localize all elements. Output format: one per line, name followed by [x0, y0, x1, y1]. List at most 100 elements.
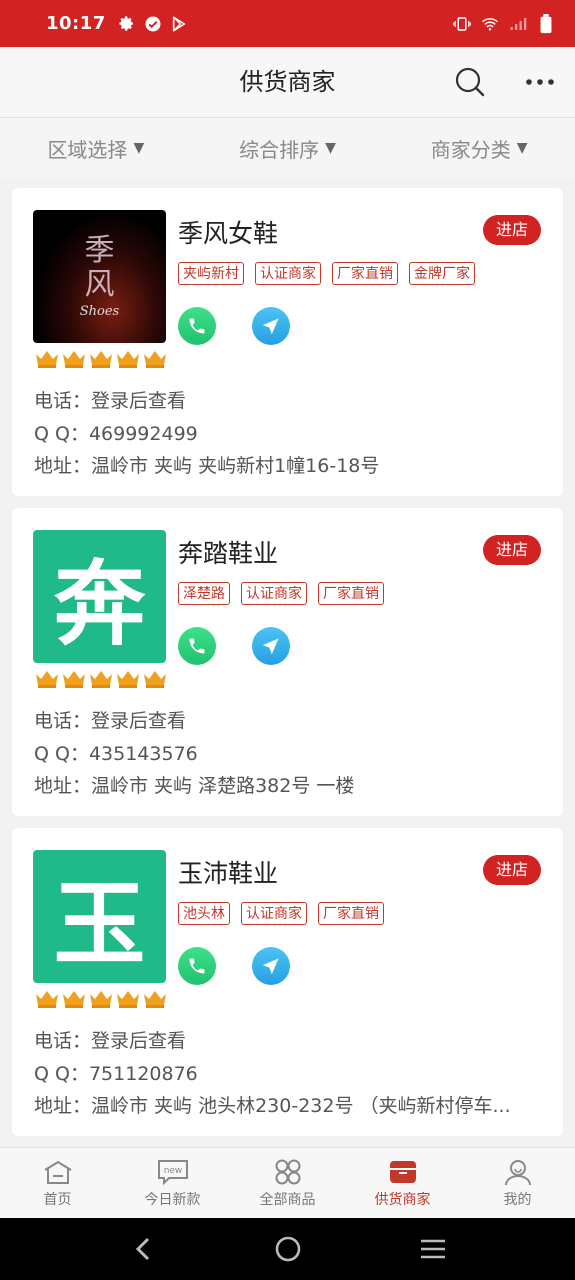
nav-all-products[interactable]: 全部商品	[230, 1148, 345, 1219]
enter-store-button[interactable]: 进店	[483, 215, 541, 245]
merchant-address: 地址：温岭市 夹屿 泽楚路382号 一楼	[34, 775, 355, 797]
vibrate-icon	[453, 15, 471, 33]
merchant-tags: 池头林 认证商家 厂家直销	[178, 902, 384, 925]
home-icon	[43, 1160, 72, 1184]
app-header: 供货商家	[0, 47, 575, 118]
store-icon	[389, 1161, 416, 1183]
crown-icon	[61, 348, 87, 368]
navigate-button[interactable]	[252, 947, 290, 985]
status-time: 10:17	[46, 13, 106, 34]
merchant-phone: 电话：登录后查看	[34, 1030, 187, 1052]
merchant-logo[interactable]: 奔	[33, 530, 166, 663]
merchant-name[interactable]: 季风女鞋	[178, 214, 278, 250]
menu-icon	[420, 1239, 445, 1259]
merchant-tags: 泽楚路 认证商家 厂家直销	[178, 582, 384, 605]
system-back-button[interactable]	[123, 1229, 163, 1269]
merchant-address: 地址：温岭市 夹屿 池头林230-232号 （夹屿新村停车...	[34, 1095, 511, 1117]
logo-char: 奔	[53, 551, 146, 658]
phone-icon	[189, 638, 205, 654]
navigate-button[interactable]	[252, 307, 290, 345]
nav-suppliers[interactable]: 供货商家	[345, 1148, 460, 1219]
wifi-icon	[481, 15, 499, 33]
signal-icon	[509, 15, 527, 33]
rating-crowns	[34, 668, 168, 688]
call-button[interactable]	[178, 307, 216, 345]
send-icon	[262, 958, 279, 975]
filter-bar: 区域选择 ▼ 综合排序 ▼ 商家分类 ▼	[0, 118, 575, 178]
filter-sort[interactable]: 综合排序 ▼	[192, 134, 384, 163]
more-button[interactable]	[520, 62, 560, 102]
filter-category[interactable]: 商家分类 ▼	[383, 134, 575, 163]
crown-icon	[34, 988, 60, 1008]
merchant-phone: 电话：登录后查看	[34, 390, 187, 412]
system-nav	[0, 1218, 575, 1280]
filter-category-label: 商家分类	[430, 137, 511, 162]
crown-icon	[88, 988, 114, 1008]
nav-label: 我的	[503, 1192, 532, 1208]
caret-down-icon: ▼	[325, 140, 336, 156]
crown-icon	[142, 348, 168, 368]
enter-store-button[interactable]: 进店	[483, 855, 541, 885]
caret-down-icon: ▼	[516, 140, 528, 156]
crown-icon	[88, 348, 114, 368]
merchant-tag: 认证商家	[255, 262, 321, 285]
send-icon	[262, 638, 279, 655]
merchant-tag: 厂家直销	[318, 902, 384, 925]
home-circle-icon	[275, 1236, 300, 1262]
user-icon	[504, 1160, 531, 1186]
merchant-tag: 认证商家	[241, 582, 307, 605]
nav-home[interactable]: 首页	[0, 1148, 115, 1219]
crown-icon	[115, 348, 141, 368]
merchant-card[interactable]: 奔 奔踏鞋业 进店 泽楚路 认证商家 厂家直销 电话：登录后查看 Q Q：435…	[12, 508, 563, 816]
merchant-name[interactable]: 玉沛鞋业	[178, 854, 278, 890]
nav-new[interactable]: new 今日新款	[115, 1148, 230, 1219]
merchant-qq: Q Q：751120876	[34, 1063, 198, 1085]
system-menu-button[interactable]	[413, 1229, 453, 1269]
rating-crowns	[34, 348, 168, 368]
navigate-button[interactable]	[252, 627, 290, 665]
gear-icon	[118, 15, 136, 33]
crown-icon	[142, 668, 168, 688]
merchant-phone: 电话：登录后查看	[34, 710, 187, 732]
logo-char: 季	[84, 233, 115, 268]
merchant-card[interactable]: 季 风 Shoes 季风女鞋 进店 夹屿新村 认证商家 厂家直销 金牌厂家 电话…	[12, 188, 563, 496]
search-icon	[455, 67, 485, 97]
nav-label: 全部商品	[259, 1192, 316, 1208]
phone-icon	[189, 318, 205, 334]
merchant-tag: 金牌厂家	[409, 262, 475, 285]
crown-icon	[61, 668, 87, 688]
call-button[interactable]	[178, 947, 216, 985]
crown-icon	[34, 668, 60, 688]
filter-sort-label: 综合排序	[239, 137, 320, 162]
call-button[interactable]	[178, 627, 216, 665]
more-icon	[526, 79, 554, 85]
search-button[interactable]	[450, 62, 490, 102]
merchant-tag: 厂家直销	[318, 582, 384, 605]
crown-icon	[34, 348, 60, 368]
nav-label: 今日新款	[144, 1192, 201, 1208]
enter-store-button[interactable]: 进店	[483, 535, 541, 565]
merchant-address: 地址：温岭市 夹屿 夹屿新村1幢16-18号	[34, 455, 380, 477]
merchant-card[interactable]: 玉 玉沛鞋业 进店 池头林 认证商家 厂家直销 电话：登录后查看 Q Q：751…	[12, 828, 563, 1136]
merchant-tag: 认证商家	[241, 902, 307, 925]
nav-mine[interactable]: 我的	[460, 1148, 575, 1219]
svg-text:new: new	[163, 1166, 182, 1176]
merchant-logo[interactable]: 季 风 Shoes	[33, 210, 166, 343]
nav-label: 供货商家	[374, 1192, 431, 1208]
logo-subtext: Shoes	[79, 304, 120, 319]
crown-icon	[142, 988, 168, 1008]
merchant-qq: Q Q：469992499	[34, 423, 198, 445]
filter-region[interactable]: 区域选择 ▼	[0, 134, 192, 163]
merchant-qq: Q Q：435143576	[34, 743, 198, 765]
crown-icon	[115, 988, 141, 1008]
status-bar: 10:17	[0, 0, 575, 47]
system-home-button[interactable]	[268, 1229, 308, 1269]
merchant-name[interactable]: 奔踏鞋业	[178, 534, 278, 570]
filter-region-label: 区域选择	[47, 137, 128, 162]
merchant-logo[interactable]: 玉	[33, 850, 166, 983]
merchant-tag: 泽楚路	[178, 582, 230, 605]
nav-label: 首页	[43, 1192, 72, 1208]
merchant-tags: 夹屿新村 认证商家 厂家直销 金牌厂家	[178, 262, 475, 285]
logo-char: 玉	[53, 871, 146, 978]
merchant-tag: 池头林	[178, 902, 230, 925]
